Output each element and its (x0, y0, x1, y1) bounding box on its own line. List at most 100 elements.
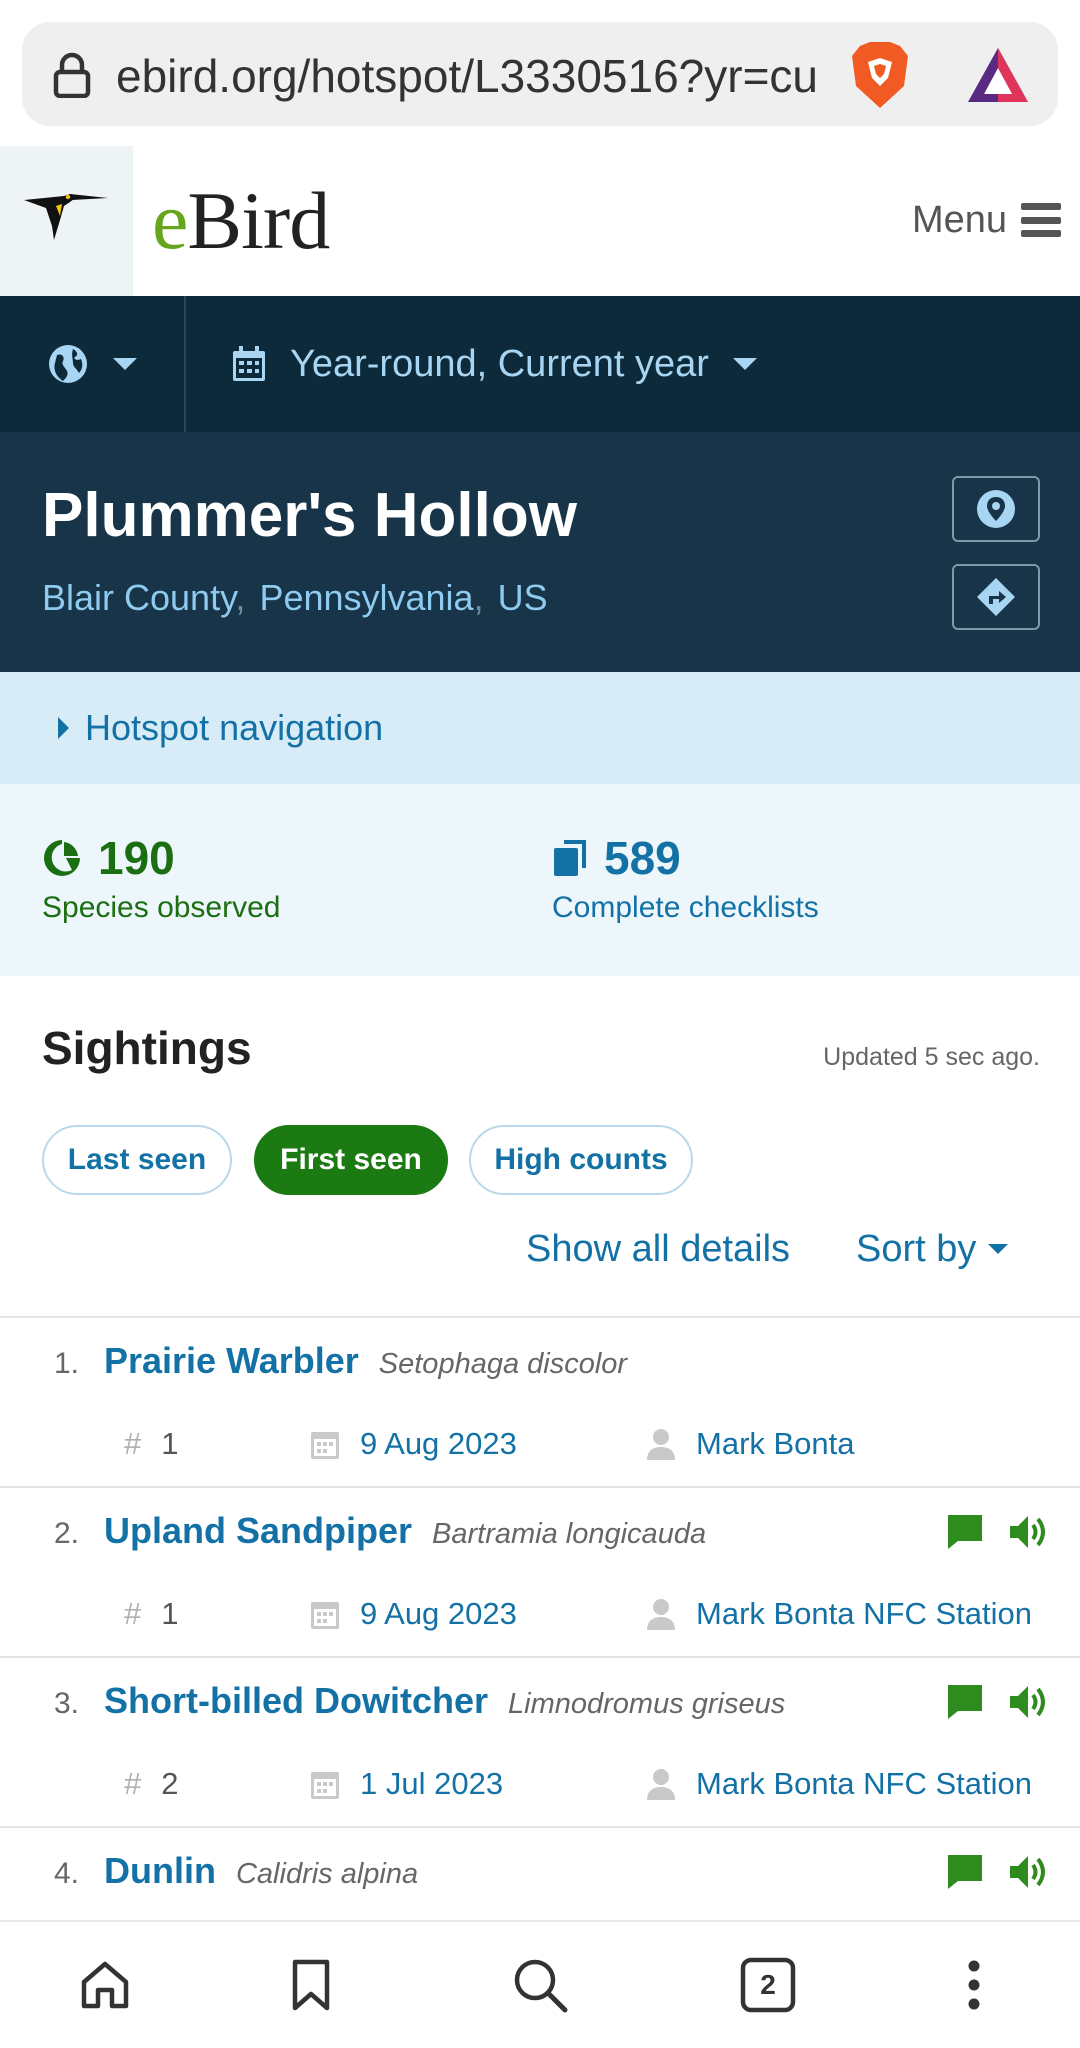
row-number: 1. (54, 1347, 80, 1380)
ebird-logo[interactable]: eBird (152, 166, 330, 276)
species-scientific-name: Limnodromus griseus (508, 1688, 786, 1720)
country-link[interactable]: US (498, 577, 548, 618)
checklist-icon (554, 840, 586, 876)
bookmark-icon[interactable] (276, 1950, 346, 2020)
audio-icon[interactable] (1008, 1682, 1050, 1722)
sighting-observer[interactable]: Mark Bonta NFC Station (646, 1762, 1032, 1806)
species-name[interactable]: Upland Sandpiper Bartramia longicauda (104, 1510, 706, 1552)
globe-icon (49, 345, 87, 383)
calendar-icon (311, 1432, 339, 1459)
updated-timestamp: Updated 5 sec ago. (823, 1043, 1040, 1071)
audio-icon[interactable] (1008, 1512, 1050, 1552)
checklists-label: Complete checklists (552, 891, 819, 924)
home-icon[interactable] (70, 1950, 140, 2020)
species-label: Species observed (42, 891, 281, 924)
row-number: 4. (54, 1857, 80, 1890)
chevron-down-icon (732, 358, 757, 370)
sort-by-label: Sort by (856, 1228, 977, 1270)
sighting-observer[interactable]: Mark Bonta NFC Station (646, 1592, 1032, 1636)
date-link[interactable]: 9 Aug 2023 (360, 1422, 517, 1466)
sighting-date[interactable]: 1 Jul 2023 (310, 1762, 503, 1806)
row-number: 3. (54, 1687, 80, 1720)
species-name[interactable]: Short-billed Dowitcher Limnodromus grise… (104, 1680, 785, 1722)
divider (0, 1656, 1080, 1658)
menu-button[interactable]: Menu (912, 190, 1062, 250)
date-range-selector[interactable]: Year-round, Current year (186, 296, 1080, 432)
sighting-observer[interactable]: Mark Bonta (646, 1422, 855, 1466)
divider (0, 1826, 1080, 1828)
calendar-icon (311, 1772, 339, 1799)
hash-icon: # (124, 1766, 142, 1801)
divider (0, 1316, 1080, 1318)
species-stat[interactable]: 190 Species observed (42, 828, 280, 928)
species-common-name[interactable]: Prairie Warbler (104, 1340, 359, 1382)
search-icon[interactable] (505, 1950, 575, 2020)
species-name[interactable]: Dunlin Calidris alpina (104, 1850, 418, 1892)
breadcrumb-separator: , (473, 577, 484, 618)
species-common-name[interactable]: Upland Sandpiper (104, 1510, 412, 1552)
breadcrumb: Blair County, Pennsylvania, US (42, 572, 548, 624)
lock-icon (52, 52, 92, 99)
map-pin-icon (977, 490, 1015, 528)
row-number: 2. (54, 1517, 80, 1550)
chevron-down-icon (113, 358, 137, 370)
user-icon (647, 1599, 675, 1630)
tab-high-counts[interactable]: High counts (469, 1125, 693, 1195)
rewards-triangle-icon[interactable] (966, 46, 1030, 104)
species-scientific-name: Calidris alpina (235, 1858, 419, 1890)
show-all-details-link[interactable]: Show all details (526, 1224, 790, 1274)
tabs-icon[interactable]: 2 (733, 1950, 803, 2020)
url-text[interactable]: ebird.org/hotspot/L3330516?yr=cu (116, 44, 826, 108)
sighting-date[interactable]: 9 Aug 2023 (310, 1592, 517, 1636)
county-link[interactable]: Blair County (42, 577, 235, 618)
tab-last-seen[interactable]: Last seen (42, 1125, 232, 1195)
state-link[interactable]: Pennsylvania (259, 577, 473, 618)
page-title: Plummer's Hollow (42, 481, 577, 550)
media-flags (946, 1852, 1050, 1892)
audio-icon[interactable] (1008, 1852, 1050, 1892)
species-name[interactable]: Prairie Warbler Setophaga discolor (104, 1340, 627, 1382)
comment-icon[interactable] (946, 1513, 984, 1551)
sighting-date[interactable]: 9 Aug 2023 (310, 1422, 517, 1466)
count-value: 1 (161, 1596, 179, 1631)
sighting-count: # 1 (124, 1592, 179, 1636)
count-value: 2 (161, 1766, 179, 1801)
menu-label: Menu (912, 198, 1008, 241)
species-common-name[interactable]: Dunlin (104, 1850, 216, 1892)
calendar-icon (233, 346, 265, 381)
logo-bird-icon[interactable] (0, 146, 133, 296)
sort-by-button[interactable]: Sort by (856, 1224, 1009, 1274)
divider (0, 1486, 1080, 1488)
hash-icon: # (124, 1596, 142, 1631)
media-flags (946, 1682, 1050, 1722)
map-button[interactable] (952, 476, 1040, 542)
brave-shield-icon[interactable] (848, 40, 912, 110)
observer-link[interactable]: Mark Bonta NFC Station (696, 1592, 1032, 1636)
species-scientific-name: Bartramia longicauda (432, 1518, 707, 1550)
more-icon[interactable] (939, 1950, 1009, 2020)
date-link[interactable]: 9 Aug 2023 (360, 1592, 517, 1636)
observer-link[interactable]: Mark Bonta (696, 1422, 855, 1466)
comment-icon[interactable] (946, 1853, 984, 1891)
comment-icon[interactable] (946, 1683, 984, 1721)
tab-first-seen[interactable]: First seen (254, 1125, 448, 1195)
count-value: 1 (161, 1426, 179, 1461)
media-flags (946, 1512, 1050, 1552)
species-scientific-name: Setophaga discolor (378, 1348, 628, 1380)
directions-button[interactable] (952, 564, 1040, 630)
observer-link[interactable]: Mark Bonta NFC Station (696, 1762, 1032, 1806)
checklists-stat[interactable]: 589 Complete checklists (552, 828, 819, 928)
hamburger-icon (1021, 203, 1062, 237)
sighting-count: # 2 (124, 1762, 179, 1806)
sighting-count: # 1 (124, 1422, 179, 1466)
date-range-label: Year-round, Current year (290, 342, 709, 385)
date-link[interactable]: 1 Jul 2023 (360, 1762, 503, 1806)
tab-count: 2 (760, 1969, 776, 2000)
species-common-name[interactable]: Short-billed Dowitcher (104, 1680, 488, 1722)
region-selector[interactable] (0, 296, 186, 432)
checklists-count: 589 (604, 832, 681, 884)
chevron-down-icon (988, 1244, 1009, 1254)
hash-icon: # (124, 1426, 142, 1461)
species-count: 190 (98, 832, 175, 884)
hotspot-navigation-toggle[interactable]: Hotspot navigation (58, 700, 383, 756)
